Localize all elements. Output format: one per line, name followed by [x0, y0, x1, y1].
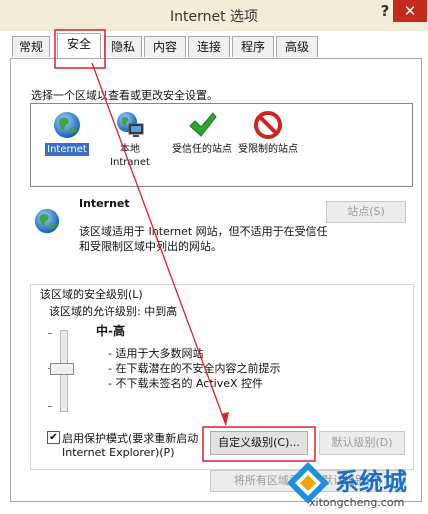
tab-connections[interactable]: 连接 — [188, 36, 230, 57]
watermark: 系统城 xitongcheng.com — [283, 456, 428, 514]
allowed-levels-text: 该区域的允许级别: 中到高 — [49, 305, 178, 318]
globe-icon — [34, 208, 60, 234]
prohibited-icon — [254, 111, 282, 139]
zone-list: Internet 本地 Intranet 受信任的站点 受限制的站点 — [30, 103, 413, 187]
level-bullet: - 不下载未签名的 ActiveX 控件 — [108, 377, 264, 390]
zone-instruction: 选择一个区域以查看或更改安全设置。 — [31, 89, 218, 102]
custom-level-button[interactable]: 自定义级别(C)... — [210, 431, 308, 455]
slider-tick — [48, 406, 52, 407]
window-title: Internet 选项 — [169, 9, 259, 25]
security-level-slider-thumb[interactable] — [50, 363, 74, 375]
watermark-brand: 系统城 — [335, 468, 407, 496]
zone-restricted-sites-label: 受限制的站点 — [238, 144, 298, 155]
local-intranet-icon — [117, 112, 144, 137]
zone-restricted-sites[interactable]: 受限制的站点 — [233, 108, 303, 156]
zone-internet[interactable]: Internet — [32, 108, 102, 156]
tab-general[interactable]: 常规 — [12, 36, 50, 57]
globe-icon — [54, 112, 80, 138]
zone-trusted-sites-label: 受信任的站点 — [172, 144, 232, 155]
security-level-name: 中-高 — [96, 324, 125, 338]
help-button[interactable]: ? — [378, 2, 392, 20]
zone-description-line1: 该区域适用于 Internet 网站，但不适用于在受信任 — [79, 225, 328, 238]
tab-privacy[interactable]: 隐私 — [104, 36, 142, 57]
level-bullet: - 在下载潜在的不安全内容之前提示 — [108, 362, 281, 375]
tab-security[interactable]: 安全 — [57, 33, 101, 58]
zone-internet-label: Internet — [45, 143, 89, 156]
watermark-url: xitongcheng.com — [309, 496, 405, 509]
zone-local-intranet[interactable]: 本地 Intranet — [95, 108, 165, 169]
sites-button[interactable]: 站点(S) — [326, 201, 406, 223]
level-bullet: - 适用于大多数网站 — [108, 347, 204, 360]
tab-advanced[interactable]: 高级 — [276, 36, 318, 57]
zone-description-line2: 和受限制区域中列出的网站。 — [79, 240, 222, 253]
protected-mode-label-line1: 启用保护模式(要求重新启动 — [62, 432, 199, 445]
zone-trusted-sites[interactable]: 受信任的站点 — [167, 108, 237, 156]
zone-title: Internet — [79, 197, 130, 210]
security-level-group-label: 该区域的安全级别(L) — [38, 286, 145, 302]
slider-tick — [48, 333, 52, 334]
protected-mode-checkbox[interactable]: ✔ — [47, 431, 60, 444]
tab-programs[interactable]: 程序 — [232, 36, 274, 57]
tab-content[interactable]: 内容 — [144, 36, 186, 57]
close-button[interactable]: ✕ — [393, 0, 427, 22]
protected-mode-label-line2: Internet Explorer)(P) — [62, 446, 175, 459]
checkmark-icon — [189, 112, 217, 137]
zone-local-intranet-label: 本地 Intranet — [110, 144, 150, 168]
default-level-button[interactable]: 默认级别(D) — [319, 431, 405, 455]
